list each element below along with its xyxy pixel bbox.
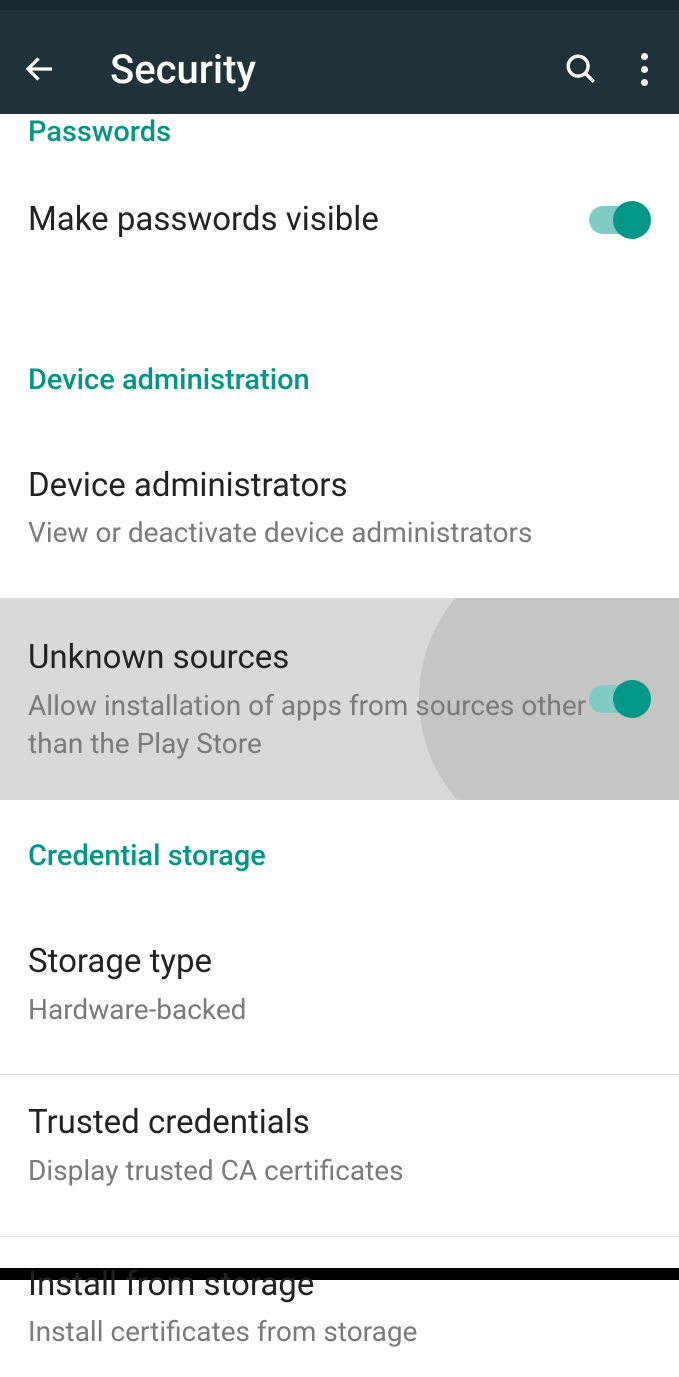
toggle-switch[interactable] (589, 199, 651, 241)
section-header-credential-storage: Credential storage (0, 838, 679, 876)
setting-install-from-storage[interactable]: Install from storage Install certificate… (0, 1237, 679, 1377)
page-title: Security (110, 46, 561, 93)
section-header-passwords: Passwords (0, 114, 679, 152)
setting-title: Device administrators (28, 464, 651, 509)
setting-title: Unknown sources (28, 636, 589, 681)
setting-storage-type[interactable]: Storage type Hardware-backed (0, 914, 679, 1054)
setting-subtitle: Install certificates from storage (28, 1313, 651, 1351)
setting-trusted-credentials[interactable]: Trusted credentials Display trusted CA c… (0, 1075, 679, 1215)
status-bar (0, 0, 679, 10)
more-vert-icon[interactable] (629, 49, 659, 89)
setting-make-passwords-visible[interactable]: Make passwords visible (0, 172, 679, 269)
setting-title: Install from storage (28, 1263, 651, 1308)
section-header-device-admin: Device administration (0, 362, 679, 400)
setting-unknown-sources[interactable]: Unknown sources Allow installation of ap… (0, 598, 679, 800)
app-bar: Security (0, 10, 679, 128)
setting-title: Storage type (28, 940, 651, 985)
setting-title: Trusted credentials (28, 1101, 651, 1146)
setting-subtitle: Allow installation of apps from sources … (28, 687, 589, 763)
toggle-switch[interactable] (589, 678, 651, 720)
settings-content: Passwords Make passwords visible Device … (0, 114, 679, 1377)
setting-title: Make passwords visible (28, 198, 589, 243)
setting-subtitle: View or deactivate device administrators (28, 514, 651, 552)
search-icon[interactable] (561, 49, 601, 89)
setting-subtitle: Hardware-backed (28, 991, 651, 1029)
back-arrow-icon[interactable] (20, 49, 60, 89)
setting-device-administrators[interactable]: Device administrators View or deactivate… (0, 438, 679, 578)
setting-subtitle: Display trusted CA certificates (28, 1152, 651, 1190)
